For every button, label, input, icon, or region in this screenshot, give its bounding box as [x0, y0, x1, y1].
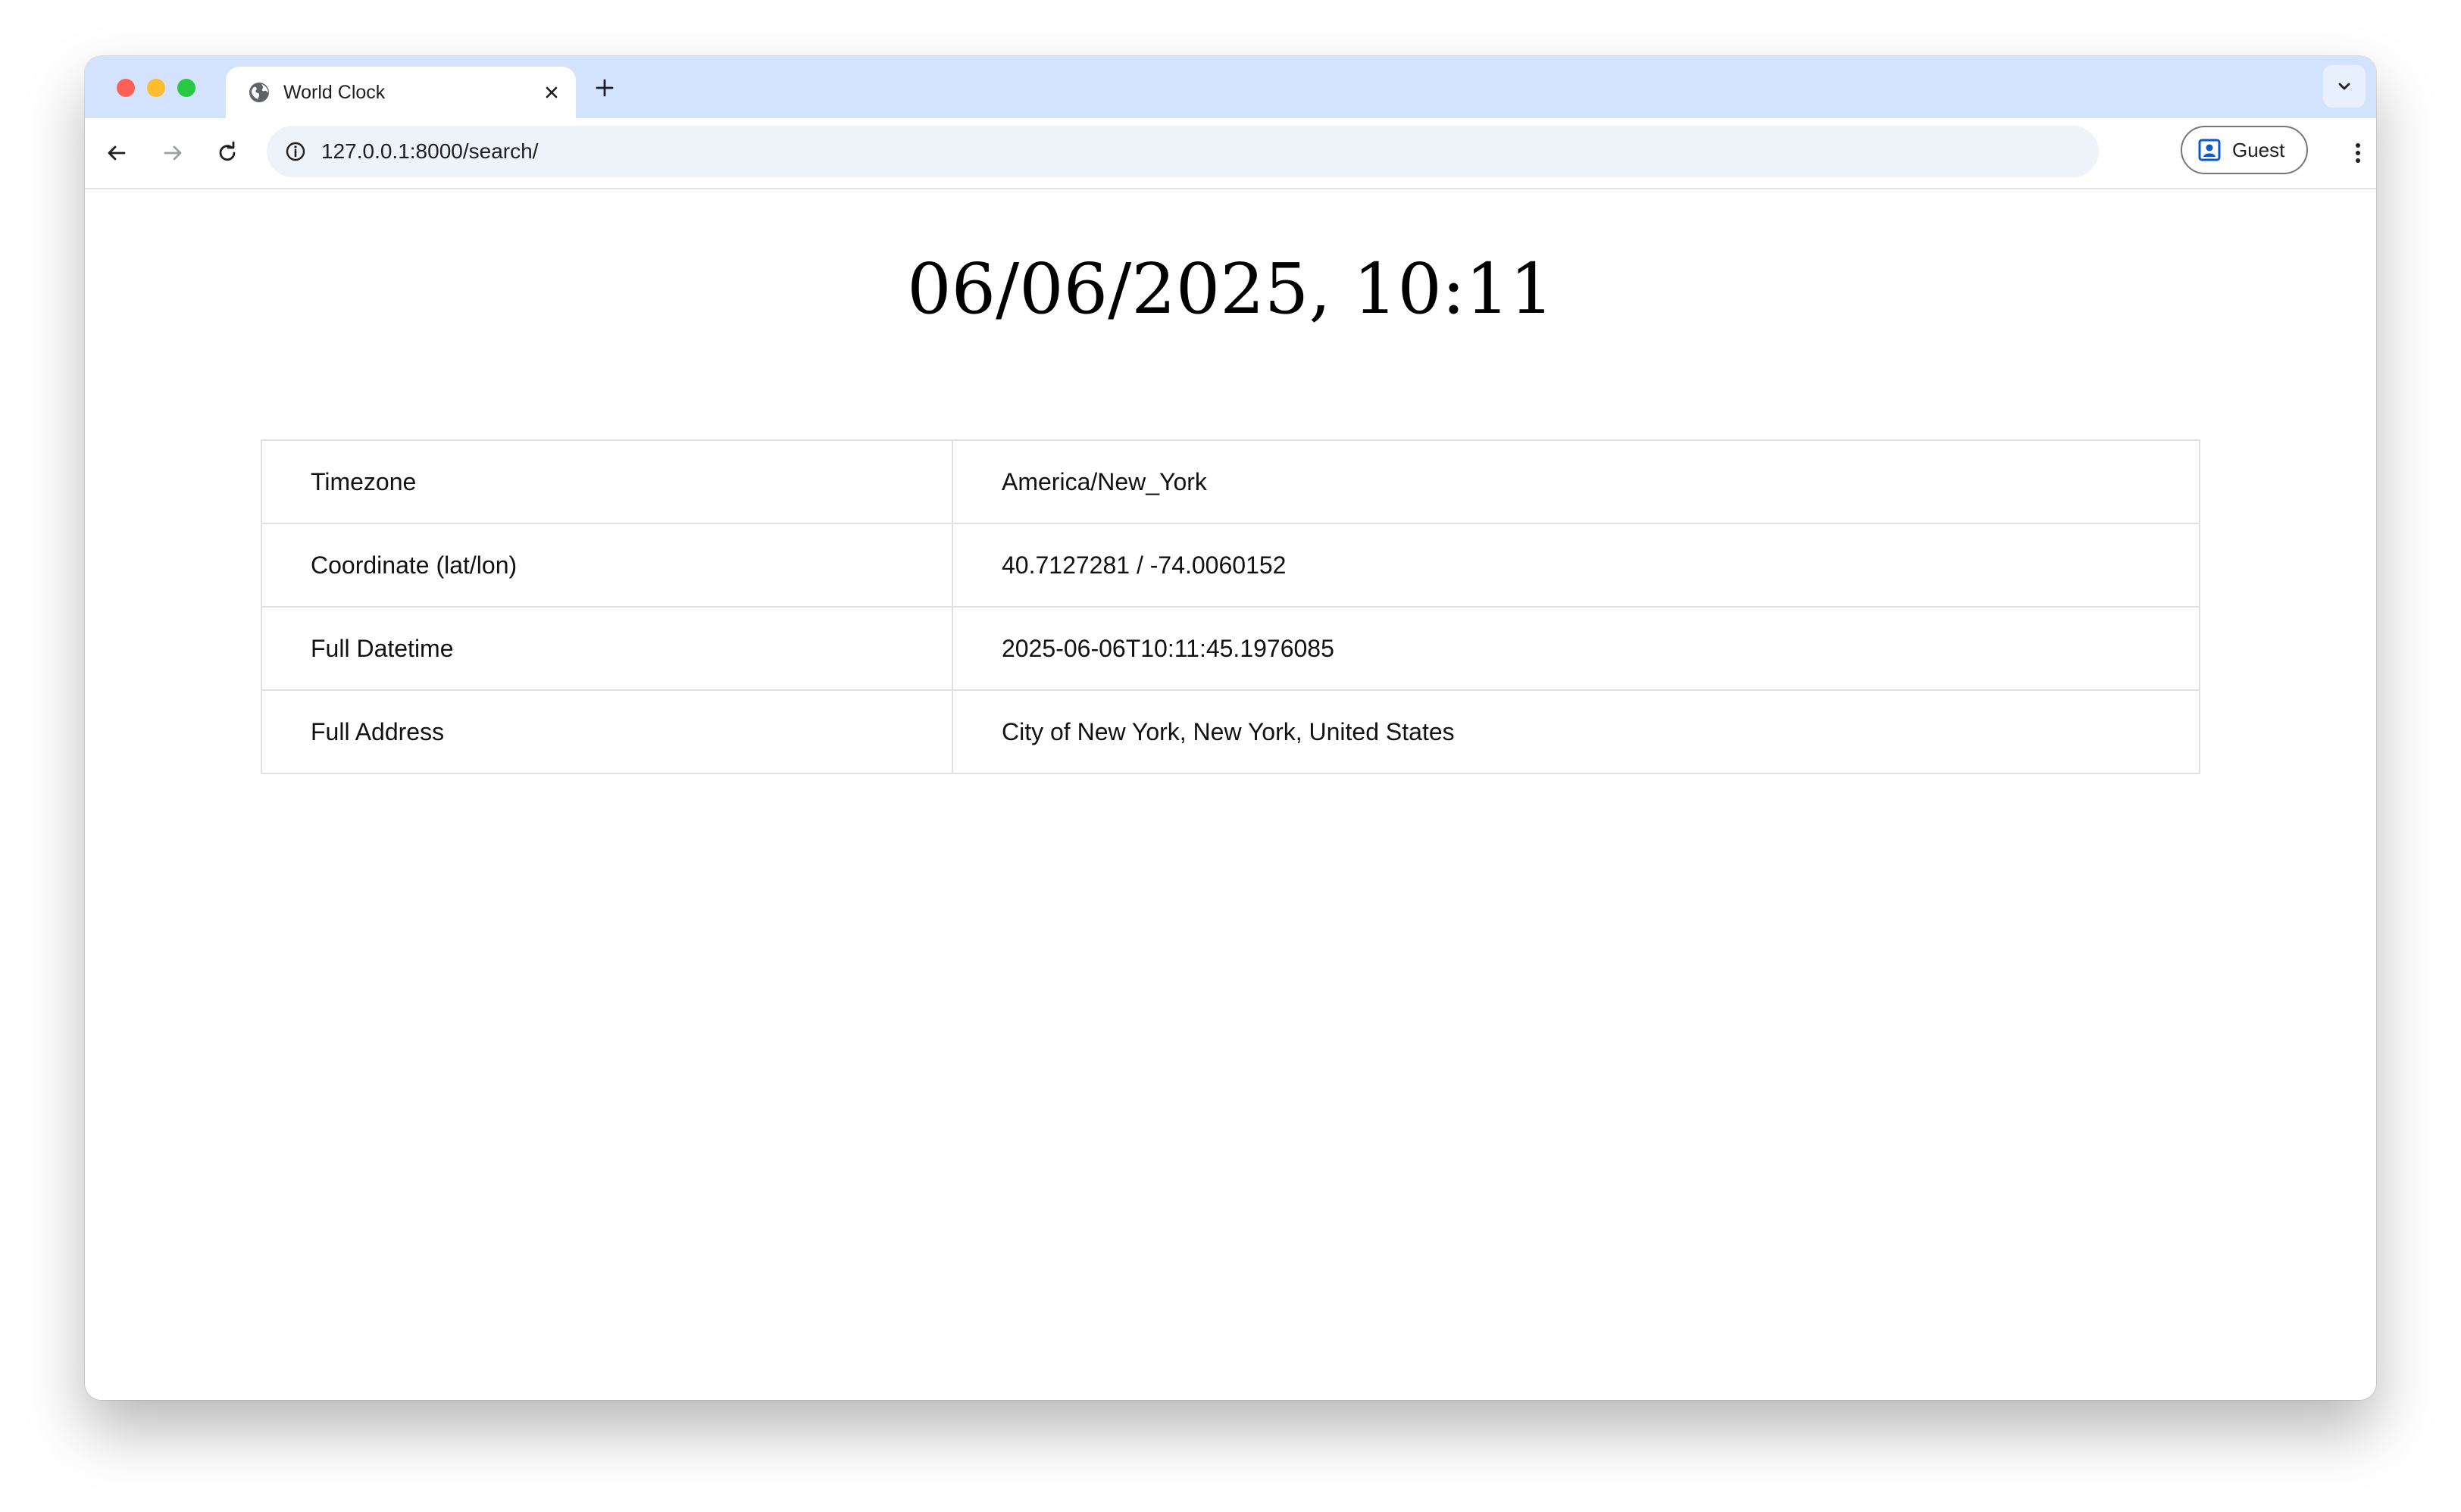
row-value: 40.7127281 / -74.0060152 [952, 523, 2200, 608]
row-value: City of New York, New York, United State… [952, 689, 2200, 774]
browser-toolbar: 127.0.0.1:8000/search/ Guest [85, 118, 2376, 189]
details-table: Timezone America/New_York Coordinate (la… [261, 439, 2200, 774]
chevron-down-icon [2338, 83, 2350, 90]
page-content: 06/06/2025, 10:11 Timezone America/New_Y… [85, 189, 2376, 1400]
profile-button[interactable]: Guest [2181, 126, 2308, 174]
zoom-window-button[interactable] [177, 79, 195, 97]
table-row: Full Datetime 2025-06-06T10:11:45.197608… [261, 606, 2200, 691]
tab-strip: World Clock [85, 56, 2376, 118]
row-key: Timezone [261, 439, 953, 524]
back-arrow-icon[interactable] [99, 135, 135, 171]
profile-label: Guest [2232, 139, 2285, 161]
table-row: Timezone America/New_York [261, 439, 2200, 524]
table-row: Full Address City of New York, New York,… [261, 689, 2200, 774]
address-bar[interactable]: 127.0.0.1:8000/search/ [267, 126, 2099, 177]
reload-icon[interactable] [209, 135, 245, 171]
address-url: 127.0.0.1:8000/search/ [321, 139, 539, 163]
new-tab-plus-icon[interactable] [591, 74, 618, 102]
tab-world-clock[interactable]: World Clock [226, 67, 576, 118]
close-window-button[interactable] [117, 79, 135, 97]
row-key: Coordinate (lat/lon) [261, 523, 953, 608]
site-info-icon[interactable] [283, 139, 308, 164]
minimize-window-button[interactable] [147, 79, 165, 97]
row-key: Full Datetime [261, 606, 953, 691]
browser-window: World Clock 127.0.0.1:8000/search/ Guest… [85, 56, 2376, 1400]
tab-search-button[interactable] [2323, 65, 2366, 108]
profile-icon [2197, 138, 2222, 162]
globe-icon [247, 80, 271, 105]
row-value: America/New_York [952, 439, 2200, 524]
tab-title: World Clock [283, 82, 386, 103]
page-title: 06/06/2025, 10:11 [907, 248, 1554, 330]
row-key: Full Address [261, 689, 953, 774]
row-value: 2025-06-06T10:11:45.1976085 [952, 606, 2200, 691]
table-row: Coordinate (lat/lon) 40.7127281 / -74.00… [261, 523, 2200, 608]
forward-arrow-icon[interactable] [155, 135, 191, 171]
more-menu-icon[interactable] [2340, 135, 2376, 171]
close-icon[interactable] [539, 80, 564, 105]
